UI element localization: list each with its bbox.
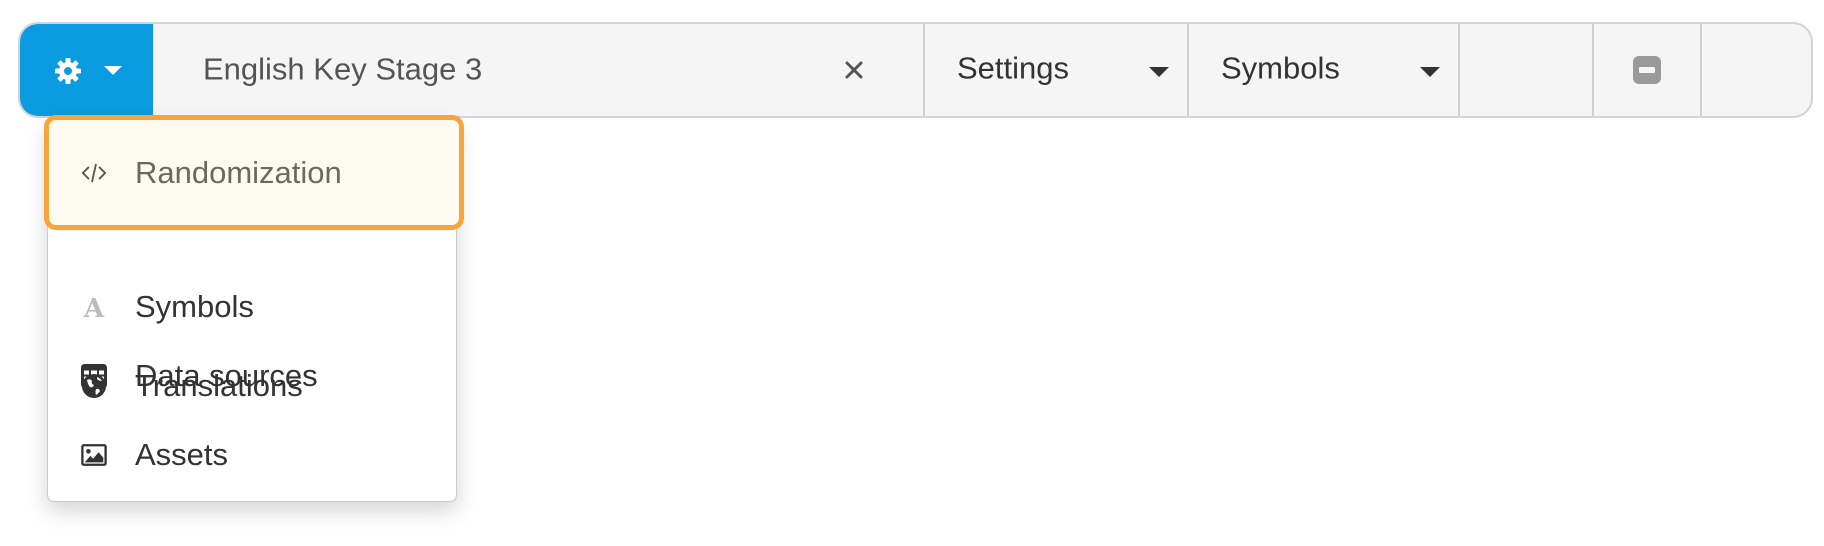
menu-item-label: Randomization	[135, 155, 342, 190]
settings-dropdown[interactable]: Settings	[923, 24, 1187, 116]
highlight-annotation: Randomization	[44, 115, 464, 230]
menu-item-label: Assets	[135, 437, 229, 472]
font-icon: A	[81, 294, 107, 320]
gear-icon	[55, 58, 81, 84]
menu-item-assets[interactable]: Assets	[48, 427, 456, 483]
caret-down-icon	[104, 66, 122, 75]
globe-icon	[81, 373, 107, 399]
close-icon	[845, 61, 863, 79]
minus-square-icon	[1633, 56, 1661, 84]
settings-label: Settings	[957, 50, 1070, 86]
code-icon	[81, 160, 107, 186]
collapse-button[interactable]	[1592, 24, 1700, 116]
menu-item-symbols: A Symbols	[48, 279, 456, 335]
toolbar-empty-slot	[1458, 24, 1592, 116]
menu-item-label: Symbols	[135, 289, 254, 324]
symbols-label: Symbols	[1221, 50, 1340, 86]
document-title: English Key Stage 3	[203, 51, 483, 87]
editor-toolbar: English Key Stage 3 Settings Symbols	[18, 22, 1813, 118]
symbols-dropdown[interactable]: Symbols	[1187, 24, 1458, 116]
menu-item-randomization[interactable]: Randomization	[47, 145, 459, 201]
toolbar-end-slot	[1700, 24, 1811, 116]
menu-item-label: Translations	[135, 368, 303, 403]
caret-down-icon	[1149, 67, 1169, 77]
title-field[interactable]: English Key Stage 3	[153, 24, 923, 116]
menu-item-translations[interactable]: Translations	[48, 358, 456, 414]
clear-title-button[interactable]	[839, 55, 869, 85]
image-icon	[81, 442, 107, 468]
svg-text:A: A	[83, 294, 105, 320]
caret-down-icon	[1420, 67, 1440, 77]
gear-menu-button[interactable]	[20, 24, 153, 116]
